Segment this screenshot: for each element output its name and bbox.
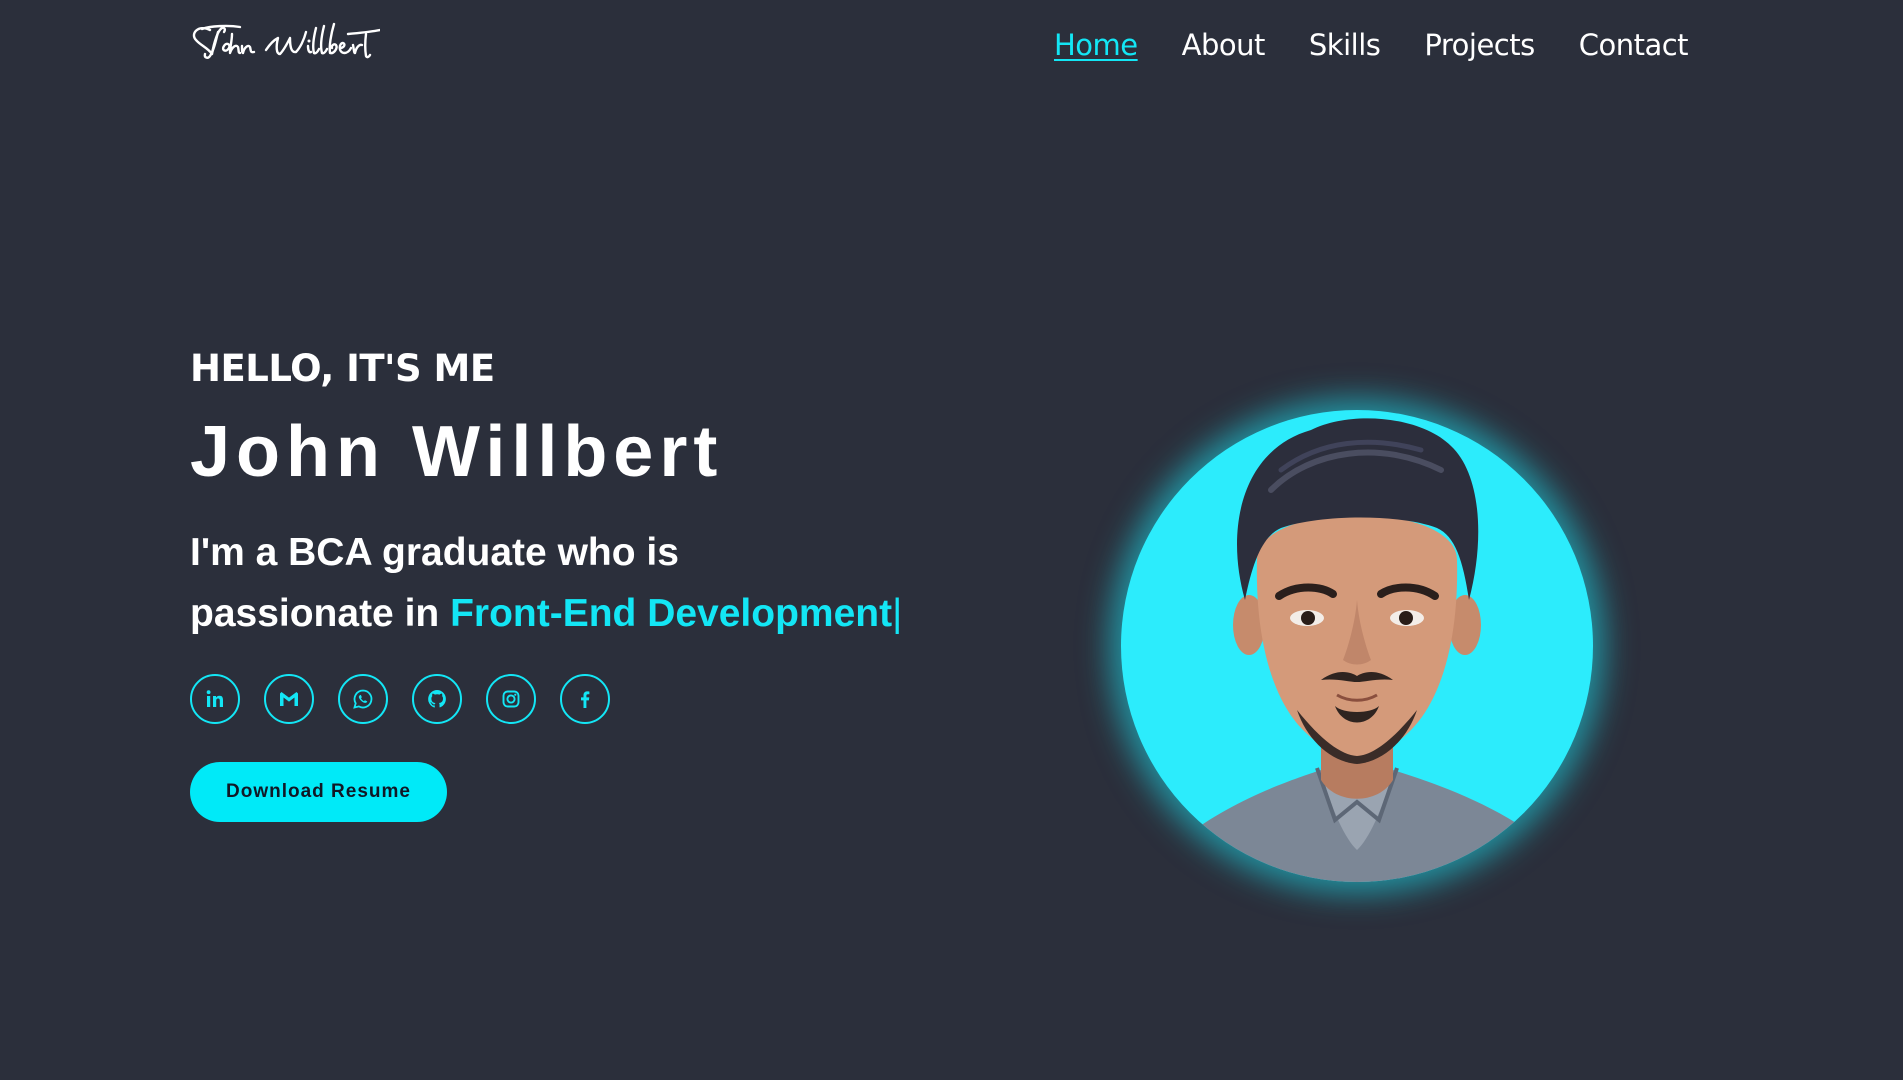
gmail-icon [280, 692, 298, 706]
profile-avatar-illustration [1161, 418, 1561, 882]
instagram-link[interactable] [486, 674, 536, 724]
hero-tagline: I'm a BCA graduate who is passionate in … [190, 522, 950, 644]
whatsapp-link[interactable] [338, 674, 388, 724]
tagline-line-1: I'm a BCA graduate who is [190, 531, 679, 574]
github-icon [428, 690, 446, 708]
tagline-prefix: passionate in [190, 592, 440, 635]
social-links [190, 674, 990, 724]
nav-projects-link[interactable]: Projects [1424, 28, 1535, 62]
github-link[interactable] [412, 674, 462, 724]
nav-contact-link[interactable]: Contact [1579, 28, 1689, 62]
hero-name: John Willbert [190, 412, 724, 492]
hero-section: HELLO, IT'S ME John Willbert I'm a BCA g… [190, 350, 990, 822]
download-resume-button[interactable]: Download Resume [190, 762, 447, 822]
nav-about-link[interactable]: About [1182, 28, 1266, 62]
nav-home-link[interactable]: Home [1054, 28, 1138, 62]
signature-logo[interactable] [188, 20, 382, 66]
facebook-icon [581, 691, 590, 708]
hero-greeting: HELLO, IT'S ME [190, 347, 495, 390]
site-header: Home About Skills Projects Contact [0, 0, 1903, 95]
linkedin-icon [206, 690, 223, 707]
profile-avatar [1121, 410, 1593, 882]
portfolio-page: Home About Skills Projects Contact HELLO… [0, 0, 1903, 1080]
typing-caret: | [892, 592, 903, 635]
typed-role-text: Front-End Development [450, 592, 893, 635]
gmail-link[interactable] [264, 674, 314, 724]
nav-skills-link[interactable]: Skills [1309, 28, 1381, 62]
whatsapp-icon [353, 689, 373, 709]
main-nav: Home About Skills Projects Contact [1054, 28, 1689, 62]
instagram-icon [502, 690, 520, 708]
signature-logo-graphic [192, 22, 382, 59]
linkedin-link[interactable] [190, 674, 240, 724]
facebook-link[interactable] [560, 674, 610, 724]
